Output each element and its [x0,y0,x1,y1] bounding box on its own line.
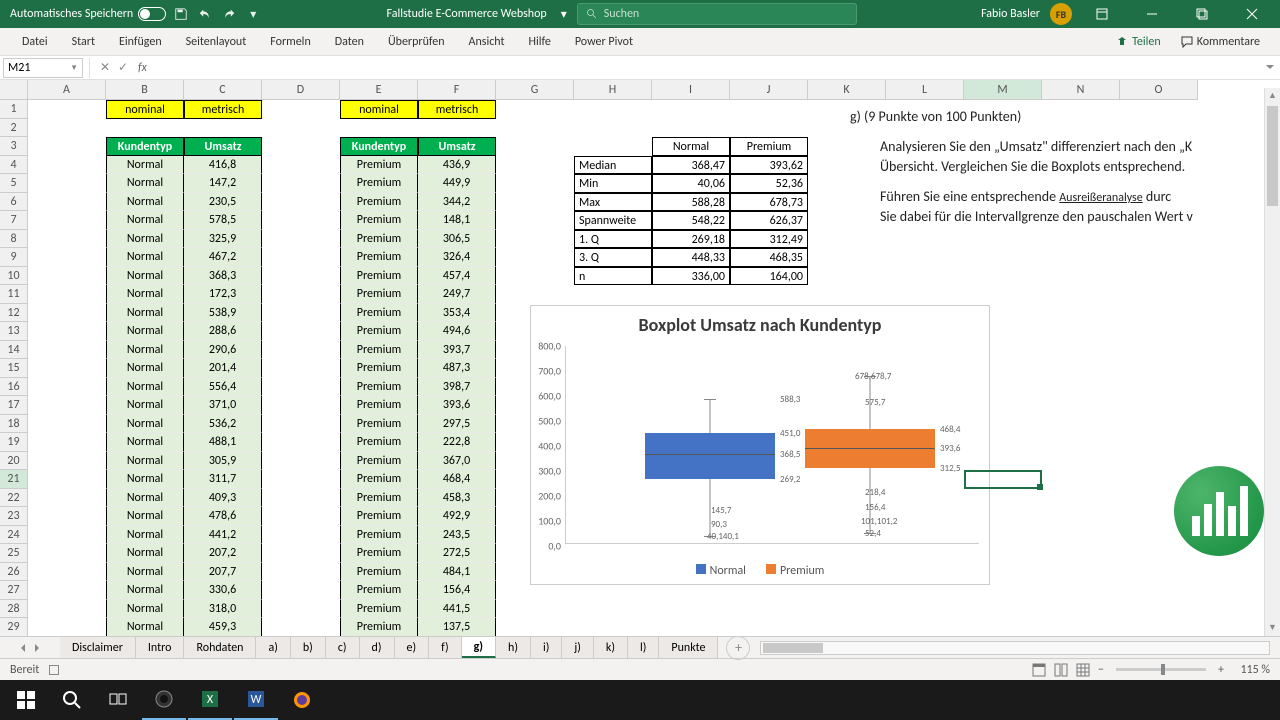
user-avatar[interactable]: FB [1050,3,1072,25]
document-name[interactable]: Fallstudie E-Commerce Webshop [387,7,547,21]
svg-text:X: X [207,693,214,707]
scroll-up-icon[interactable]: ▲ [1265,88,1280,104]
tab-ueberpruefen[interactable]: Überprüfen [376,28,457,55]
qat-more-icon[interactable]: ▾ [244,5,262,23]
chart-legend: Normal Premium [531,564,989,578]
ribbon-mode-icon[interactable] [1082,0,1122,28]
add-sheet-button[interactable]: + [726,636,750,660]
sheet-tab-a[interactable]: a) [256,637,290,658]
maximize-button[interactable] [1182,0,1222,28]
spreadsheet-grid[interactable]: ABCDEFGHIJKLMNO 123456789101112131415161… [0,80,1280,636]
excel-icon[interactable]: X [188,680,232,720]
tab-datei[interactable]: Datei [10,28,60,55]
formula-input[interactable] [153,58,1260,78]
macro-record-icon[interactable] [49,665,59,675]
logo-watermark [1174,466,1264,556]
autosave-toggle[interactable]: Automatisches Speichern [10,7,166,21]
comments-button[interactable]: Kommentare [1171,35,1270,49]
undo-icon[interactable] [196,5,214,23]
tab-formeln[interactable]: Formeln [258,28,322,55]
status-bar: Bereit − + 115 % [0,658,1280,680]
cancel-formula-icon[interactable]: ✕ [96,60,114,75]
sheet-tab-g[interactable]: g) [462,637,496,658]
sheet-tab-e[interactable]: e) [395,637,430,658]
sheet-tab-Punkte[interactable]: Punkte [659,637,718,658]
ribbon-tabs: Datei Start Einfügen Seitenlayout Formel… [0,28,1280,56]
tab-ansicht[interactable]: Ansicht [457,28,517,55]
horizontal-scrollbar[interactable] [760,641,1270,655]
sheet-tab-bar: DisclaimerIntroRohdatena)b)c)d)e)f)g)h)i… [0,636,1280,658]
share-button[interactable]: Teilen [1106,35,1171,49]
select-all-corner[interactable] [0,80,28,100]
zoom-in-icon[interactable]: + [1214,663,1228,677]
search-input[interactable]: Suchen [577,3,857,25]
boxplot-chart[interactable]: Boxplot Umsatz nach Kundentyp 0,0100,020… [530,305,990,585]
scroll-thumb[interactable] [1267,106,1278,206]
view-pagelayout-icon[interactable] [1050,661,1072,679]
sheet-tab-Rohdaten[interactable]: Rohdaten [184,637,256,658]
firefox-icon[interactable] [280,680,324,720]
sheet-tab-Disclaimer[interactable]: Disclaimer [60,637,136,658]
sheet-tab-h[interactable]: h) [496,637,531,658]
sheet-tab-Intro[interactable]: Intro [136,637,185,658]
word-icon[interactable]: W [234,680,278,720]
tab-einfuegen[interactable]: Einfügen [107,28,174,55]
zoom-slider[interactable] [1116,668,1206,671]
status-label: Bereit [10,663,39,677]
row-headers[interactable]: 1234567891011121314151617181920212223242… [0,100,28,636]
accept-formula-icon[interactable]: ✓ [114,60,132,75]
zoom-value[interactable]: 115 % [1228,663,1270,677]
sheet-tab-j[interactable]: j) [562,637,594,658]
svg-text:W: W [251,693,262,707]
save-icon[interactable] [172,5,190,23]
redo-icon[interactable] [220,5,238,23]
sheet-nav[interactable] [0,644,60,652]
start-button[interactable] [4,680,48,720]
column-headers[interactable]: ABCDEFGHIJKLMNO [28,80,1198,100]
sheet-tab-c[interactable]: c) [326,637,360,658]
sheet-tab-l[interactable]: l) [628,637,659,658]
tab-start[interactable]: Start [60,28,107,55]
scroll-down-icon[interactable]: ▼ [1265,620,1280,636]
formula-bar: M21▼ ✕ ✓ fx [0,56,1280,80]
taskview-icon[interactable] [96,680,140,720]
sheet-tab-b[interactable]: b) [291,637,326,658]
obs-icon[interactable] [142,680,186,720]
zoom-out-icon[interactable]: − [1094,663,1108,677]
sheet-tab-d[interactable]: d) [360,637,395,658]
vertical-scrollbar[interactable]: ▲ ▼ [1264,88,1280,636]
tab-daten[interactable]: Daten [323,28,376,55]
autosave-label: Automatisches Speichern [10,7,133,21]
toggle-off-icon[interactable] [138,7,166,21]
minimize-button[interactable] [1132,0,1172,28]
windows-taskbar: X W [0,680,1280,720]
tab-seitenlayout[interactable]: Seitenlayout [174,28,259,55]
view-pagebreak-icon[interactable] [1072,661,1094,679]
title-bar: Automatisches Speichern ▾ Fallstudie E-C… [0,0,1280,28]
fx-icon[interactable]: fx [138,61,147,75]
view-normal-icon[interactable] [1028,661,1050,679]
tab-hilfe[interactable]: Hilfe [517,28,563,55]
chart-title: Boxplot Umsatz nach Kundentyp [531,306,989,344]
name-box[interactable]: M21▼ [3,58,83,78]
sheet-tab-i[interactable]: i) [531,637,562,658]
expand-formula-icon[interactable] [1260,61,1280,75]
sheet-tab-f[interactable]: f) [429,637,461,658]
user-name[interactable]: Fabio Basler [981,7,1040,21]
search-taskbar-icon[interactable] [50,680,94,720]
tab-powerpivot[interactable]: Power Pivot [563,28,645,55]
sheet-tab-k[interactable]: k) [594,637,628,658]
close-button[interactable] [1232,0,1272,28]
search-placeholder: Suchen [604,7,639,21]
